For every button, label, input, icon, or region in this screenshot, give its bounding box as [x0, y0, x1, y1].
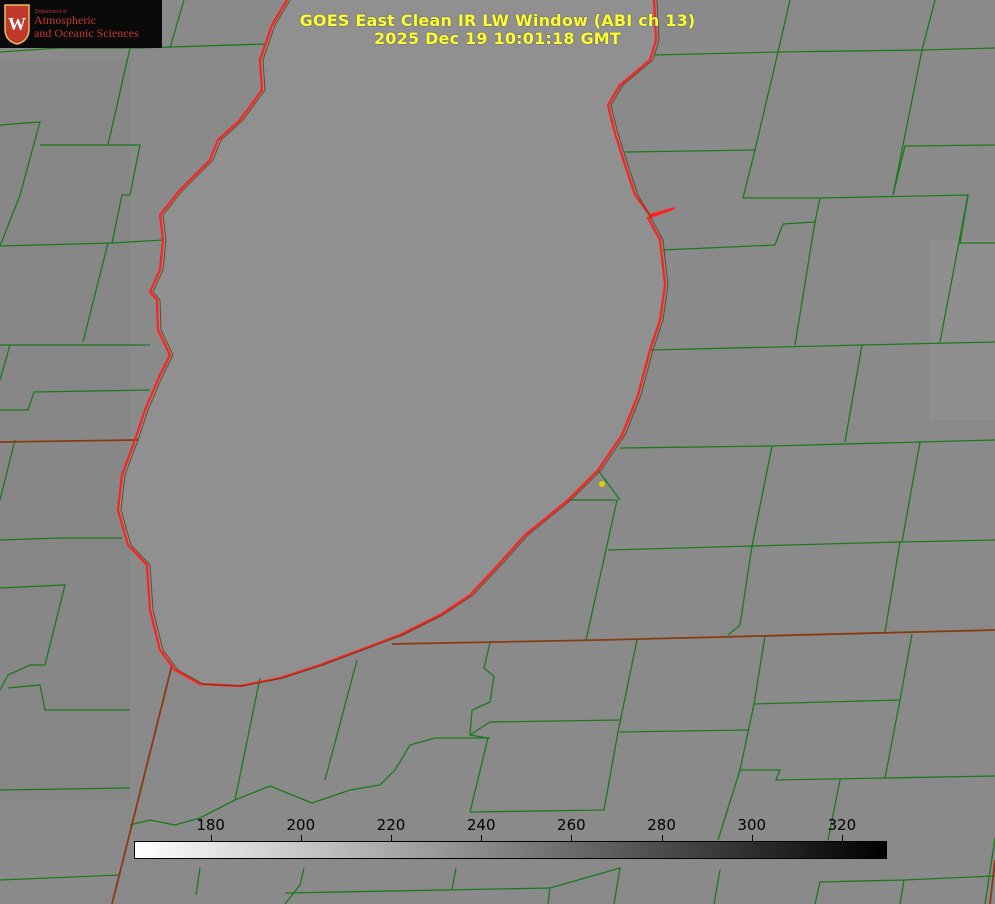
city-marker-dot	[599, 481, 605, 487]
temperature-colorbar	[134, 841, 887, 859]
uw-crest-icon: W	[4, 4, 30, 45]
colorbar-tick-mark	[391, 835, 392, 841]
land-shade-east	[930, 240, 995, 420]
crest-letter: W	[8, 14, 26, 34]
colorbar-tick-label: 180	[196, 816, 225, 834]
satellite-image-viewer: GOES East Clean IR LW Window (ABI ch 13)…	[0, 0, 995, 904]
colorbar-tick-mark	[211, 835, 212, 841]
colorbar-tick-label: 240	[466, 816, 496, 834]
logo-text-line2: and Oceanic Sciences	[34, 26, 139, 40]
colorbar-tick-label: 320	[827, 816, 857, 834]
colorbar-tick-label: 300	[737, 816, 767, 834]
colorbar-tick-mark	[301, 835, 302, 841]
land-shade-west	[0, 60, 130, 800]
colorbar-tick-label: 220	[376, 816, 406, 834]
colorbar-tick-label: 260	[557, 816, 586, 834]
colorbar-tick-mark	[842, 835, 843, 841]
aos-logo[interactable]: W Department of Atmospheric and Oceanic …	[0, 0, 162, 48]
colorbar-tick-label: 200	[286, 816, 316, 834]
colorbar-tick-mark	[752, 835, 753, 841]
colorbar-tick-label: 280	[647, 816, 676, 834]
satellite-map	[0, 0, 995, 904]
colorbar-tick-mark	[662, 835, 663, 841]
colorbar-tick-mark	[481, 835, 482, 841]
colorbar-tick-mark	[571, 835, 572, 841]
